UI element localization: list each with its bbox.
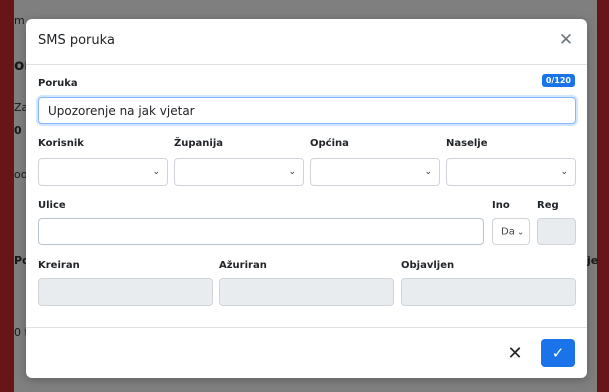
korisnik-select[interactable]: ⌄	[38, 158, 168, 186]
chevron-down-icon: ⌄	[517, 227, 524, 236]
reg-field	[537, 218, 576, 245]
chevron-down-icon: ⌄	[424, 167, 432, 177]
chevron-down-icon: ⌄	[288, 167, 296, 177]
save-button[interactable]: ✓	[541, 339, 575, 367]
azuriran-label: Ažuriran	[219, 260, 267, 271]
objavljen-label: Objavljen	[401, 260, 455, 271]
zupanija-select[interactable]: ⌄	[174, 158, 304, 186]
ulice-input[interactable]	[38, 218, 484, 245]
modal-title: SMS poruka	[38, 33, 115, 48]
ulice-label: Ulice	[38, 200, 66, 211]
chevron-down-icon: ⌄	[152, 167, 160, 177]
naselje-label: Naselje	[446, 138, 488, 149]
message-label: Poruka	[38, 78, 78, 89]
cancel-button[interactable]: ✕	[503, 342, 527, 366]
azuriran-field	[219, 278, 394, 306]
opcina-select[interactable]: ⌄	[310, 158, 440, 186]
message-input-value: Upozorenje na jak vjetar	[48, 103, 195, 118]
ino-select-value: Da	[501, 226, 515, 237]
message-input[interactable]: Upozorenje na jak vjetar	[38, 97, 576, 124]
zupanija-label: Županija	[174, 138, 223, 149]
ino-label: Ino	[492, 200, 510, 211]
check-icon: ✓	[551, 344, 565, 362]
sms-modal: SMS poruka ✕ Poruka 0/120 Upozorenje na …	[26, 19, 587, 378]
objavljen-field	[401, 278, 576, 306]
modal-header: SMS poruka ✕	[26, 19, 587, 65]
chevron-down-icon: ⌄	[560, 167, 568, 177]
kreiran-label: Kreiran	[38, 260, 80, 271]
close-icon[interactable]: ✕	[557, 31, 575, 49]
kreiran-field	[38, 278, 213, 306]
char-counter-badge: 0/120	[541, 74, 575, 87]
modal-footer: ✕ ✓	[26, 327, 587, 378]
korisnik-label: Korisnik	[38, 138, 84, 149]
ino-select[interactable]: Da ⌄	[492, 218, 530, 245]
opcina-label: Općina	[310, 138, 349, 149]
naselje-select[interactable]: ⌄	[446, 158, 576, 186]
reg-label: Reg	[537, 200, 559, 211]
